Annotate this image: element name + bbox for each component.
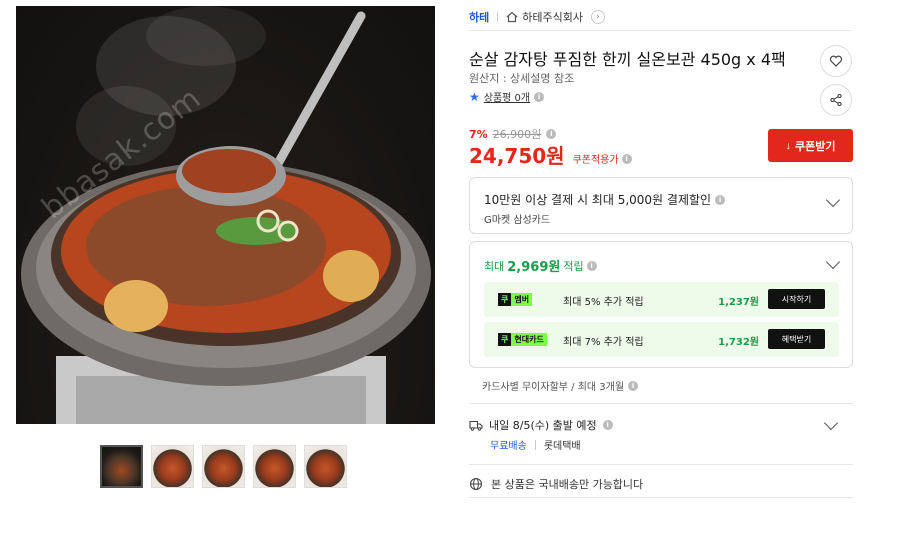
- ladle-soup: [182, 149, 276, 193]
- wishlist-button[interactable]: [820, 45, 852, 77]
- info-icon: i: [546, 129, 557, 139]
- chevron-right-icon: ›: [590, 10, 605, 24]
- product-main-image: bbasak.com: [16, 6, 435, 424]
- shipping-details: 무료배송 롯데택배: [490, 437, 581, 452]
- thumbnail-1[interactable]: [100, 445, 143, 488]
- store-name: 하테주식회사: [522, 11, 583, 24]
- installment-info: 카드사별 무이자할부 / 최대 3개월 i: [482, 378, 639, 393]
- divider: [469, 464, 853, 465]
- sale-price: 24,750원: [469, 144, 565, 168]
- reward-amount: 1,732원: [718, 337, 759, 348]
- coupon-note-text: 쿠폰적용가: [572, 155, 619, 166]
- shipping-carrier: 롯데택배: [543, 441, 581, 452]
- home-icon: [506, 11, 518, 23]
- review-summary[interactable]: ★ 상품평 0개 i: [469, 89, 545, 104]
- coupon-icon: 쿠: [498, 293, 512, 306]
- star-icon: ★: [469, 89, 480, 104]
- truck-icon: [469, 420, 483, 431]
- ladle-handle: [266, 11, 366, 181]
- info-icon: i: [715, 194, 726, 205]
- badge-label: 멤버: [511, 293, 533, 306]
- card-name: G마켓 삼성카드: [484, 215, 551, 226]
- brand-row: 하테 하테주식회사 ›: [469, 9, 605, 25]
- badge-label: 현대카드: [511, 333, 547, 346]
- shipping-row[interactable]: 내일 8/5(수) 출발 예정 i: [469, 417, 613, 433]
- store-link[interactable]: 하테주식회사 ›: [506, 9, 605, 25]
- divider: [534, 439, 536, 450]
- points-suffix: 적립: [563, 259, 584, 273]
- divider: [469, 497, 853, 498]
- chevron-down-icon[interactable]: [823, 415, 839, 431]
- info-icon: i: [602, 420, 613, 430]
- potato-right: [323, 250, 379, 302]
- domestic-notice-text: 본 상품은 국내배송만 가능합니다: [491, 478, 644, 491]
- thumbnail-2[interactable]: [151, 445, 194, 488]
- reward-desc: 최대 7% 추가 적립: [563, 337, 644, 348]
- shipping-eta: 내일 8/5(수) 출발 예정: [489, 419, 597, 432]
- coupon-price-note: 쿠폰적용가 i: [573, 151, 632, 166]
- globe-icon: [469, 477, 483, 491]
- get-coupon-button[interactable]: ↓ 쿠폰받기: [768, 129, 853, 162]
- brand-link[interactable]: 하테: [469, 9, 489, 25]
- review-count: 상품평 0개: [483, 93, 531, 104]
- chevron-down-icon[interactable]: [825, 192, 841, 208]
- product-origin: 원산지 : 상세설명 참조: [469, 72, 575, 85]
- thumbnail-strip: [100, 445, 347, 488]
- reward-row: 쿠 현대카드 최대 7% 추가 적립 1,732원 혜택받기: [484, 322, 839, 357]
- thumbnail-4[interactable]: [253, 445, 296, 488]
- reward-desc: 최대 5% 추가 적립: [563, 297, 644, 308]
- stew-illustration: [21, 6, 431, 424]
- reward-amount: 1,237원: [718, 297, 759, 308]
- get-benefit-button[interactable]: 혜택받기: [768, 329, 825, 349]
- card-benefit-text: 10만원 이상 결제 시 최대 5,000원 결제할인: [484, 193, 712, 207]
- hyundai-card-badge: 쿠 현대카드: [498, 333, 547, 346]
- thumbnail-3[interactable]: [202, 445, 245, 488]
- info-icon: i: [534, 91, 545, 102]
- coupon-icon: 쿠: [498, 333, 512, 346]
- discount-rate: 7%: [469, 127, 488, 141]
- card-benefit-line: 10만원 이상 결제 시 최대 5,000원 결제할인 i: [484, 191, 726, 208]
- shipping-fee: 무료배송: [490, 441, 527, 452]
- points-headline: 최대 2,969원 적립 i: [484, 256, 597, 275]
- green-onion: [216, 217, 296, 245]
- share-icon: [830, 93, 842, 107]
- header-divider: [469, 30, 851, 31]
- potato-left: [104, 280, 168, 332]
- membership-badge: 쿠 멤버: [498, 293, 533, 306]
- installment-text: 카드사별 무이자할부 / 최대 3개월: [482, 382, 625, 393]
- points-box: 최대 2,969원 적립 i 쿠 멤버 최대 5% 추가 적립 1,237원 시…: [469, 241, 853, 368]
- domestic-notice: 본 상품은 국내배송만 가능합니다: [469, 476, 643, 492]
- divider: [497, 12, 499, 22]
- coupon-button-label: 쿠폰받기: [795, 140, 836, 153]
- info-icon[interactable]: i: [628, 380, 639, 391]
- card-benefit-box[interactable]: 10만원 이상 결제 시 최대 5,000원 결제할인 i G마켓 삼성카드: [469, 177, 853, 234]
- reward-row: 쿠 멤버 최대 5% 추가 적립 1,237원 시작하기: [484, 282, 839, 317]
- steam-3: [146, 6, 266, 66]
- chevron-down-icon[interactable]: [825, 254, 841, 270]
- product-title: 순살 감자탕 푸짐한 한끼 실온보관 450g x 4팩: [469, 50, 786, 69]
- thumbnail-5[interactable]: [304, 445, 347, 488]
- price-row: 24,750원 쿠폰적용가 i: [469, 140, 632, 169]
- info-icon: i: [621, 153, 632, 164]
- points-prefix: 최대: [484, 259, 505, 273]
- divider: [469, 403, 853, 404]
- share-button[interactable]: [820, 84, 852, 116]
- heart-icon: [829, 55, 843, 67]
- points-amount: 2,969원: [507, 260, 561, 275]
- download-icon: ↓: [785, 139, 792, 152]
- info-icon: i: [586, 260, 597, 271]
- start-button[interactable]: 시작하기: [768, 289, 825, 309]
